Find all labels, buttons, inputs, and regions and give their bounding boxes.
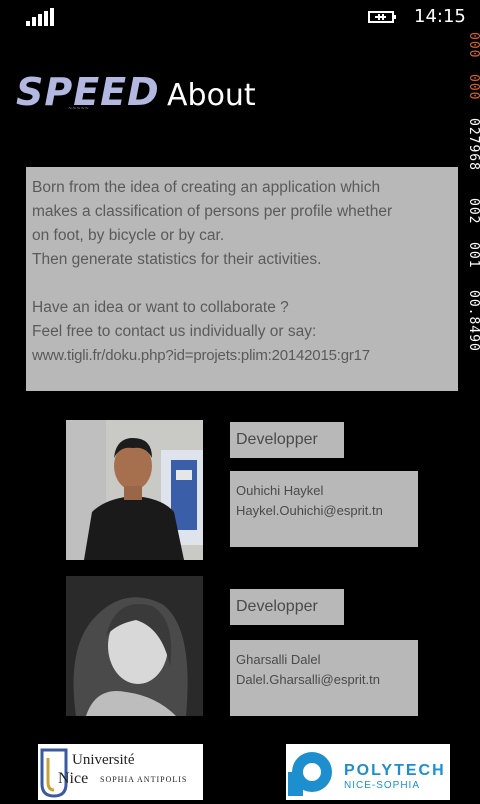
counter-value: 002 <box>466 198 480 225</box>
frame-rate-counters: 000 000 027968 002 001 00.8490 <box>466 32 480 390</box>
polytech-logo: POLYTECH NICE-SOPHIA <box>286 744 450 800</box>
counter-value: 00.8490 <box>466 290 480 352</box>
description-line <box>32 272 452 296</box>
about-description: Born from the idea of creating an applic… <box>26 167 458 391</box>
member-email[interactable]: Haykel.Ouhichi@esprit.tn <box>236 501 412 521</box>
counter-value: 000 <box>466 74 480 101</box>
page-title: About <box>167 78 256 113</box>
description-line: Have an idea or want to collaborate ? <box>32 299 289 316</box>
university-city: Nice <box>58 770 89 787</box>
description-line: on foot, by bicycle or by car. <box>32 227 225 244</box>
member-role: Developper <box>230 422 344 458</box>
polytech-campus: NICE-SOPHIA <box>344 780 421 791</box>
speed-logo: SPEED ~~~~~ <box>16 70 159 120</box>
counter-value: 001 <box>466 242 480 269</box>
member-name: Ouhichi Haykel <box>236 483 324 498</box>
counter-value: 027968 <box>466 118 480 171</box>
member-email[interactable]: Dalel.Gharsalli@esprit.tn <box>236 670 412 690</box>
description-line: Born from the idea of creating an applic… <box>32 179 381 196</box>
battery-charging-icon <box>368 9 398 23</box>
member-contact-card: Gharsalli Dalel Dalel.Gharsalli@esprit.t… <box>230 640 418 716</box>
logo-tagline: ~~~~~ <box>68 106 89 112</box>
description-line: Then generate statistics for their activ… <box>32 251 322 268</box>
member-photo <box>66 576 203 716</box>
university-campus: SOPHIA ANTIPOLIS <box>100 775 188 784</box>
member-role: Developper <box>230 589 344 625</box>
counter-value: 000 <box>466 32 480 59</box>
member-name: Gharsalli Dalel <box>236 652 321 667</box>
university-name: Université <box>72 752 135 768</box>
member-contact-card: Ouhichi Haykel Haykel.Ouhichi@esprit.tn <box>230 471 418 547</box>
description-line: Feel free to contact us individually or … <box>32 323 317 340</box>
description-line: makes a classification of persons per pr… <box>32 203 393 220</box>
polytech-name: POLYTECH <box>344 762 446 779</box>
universite-nice-logo: Université Nice SOPHIA ANTIPOLIS <box>38 744 203 800</box>
project-link[interactable]: www.tigli.fr/doku.php?id=projets:plim:20… <box>32 344 452 368</box>
member-photo <box>66 420 203 560</box>
status-time: 14:15 <box>414 6 466 27</box>
signal-strength-icon <box>26 8 54 26</box>
